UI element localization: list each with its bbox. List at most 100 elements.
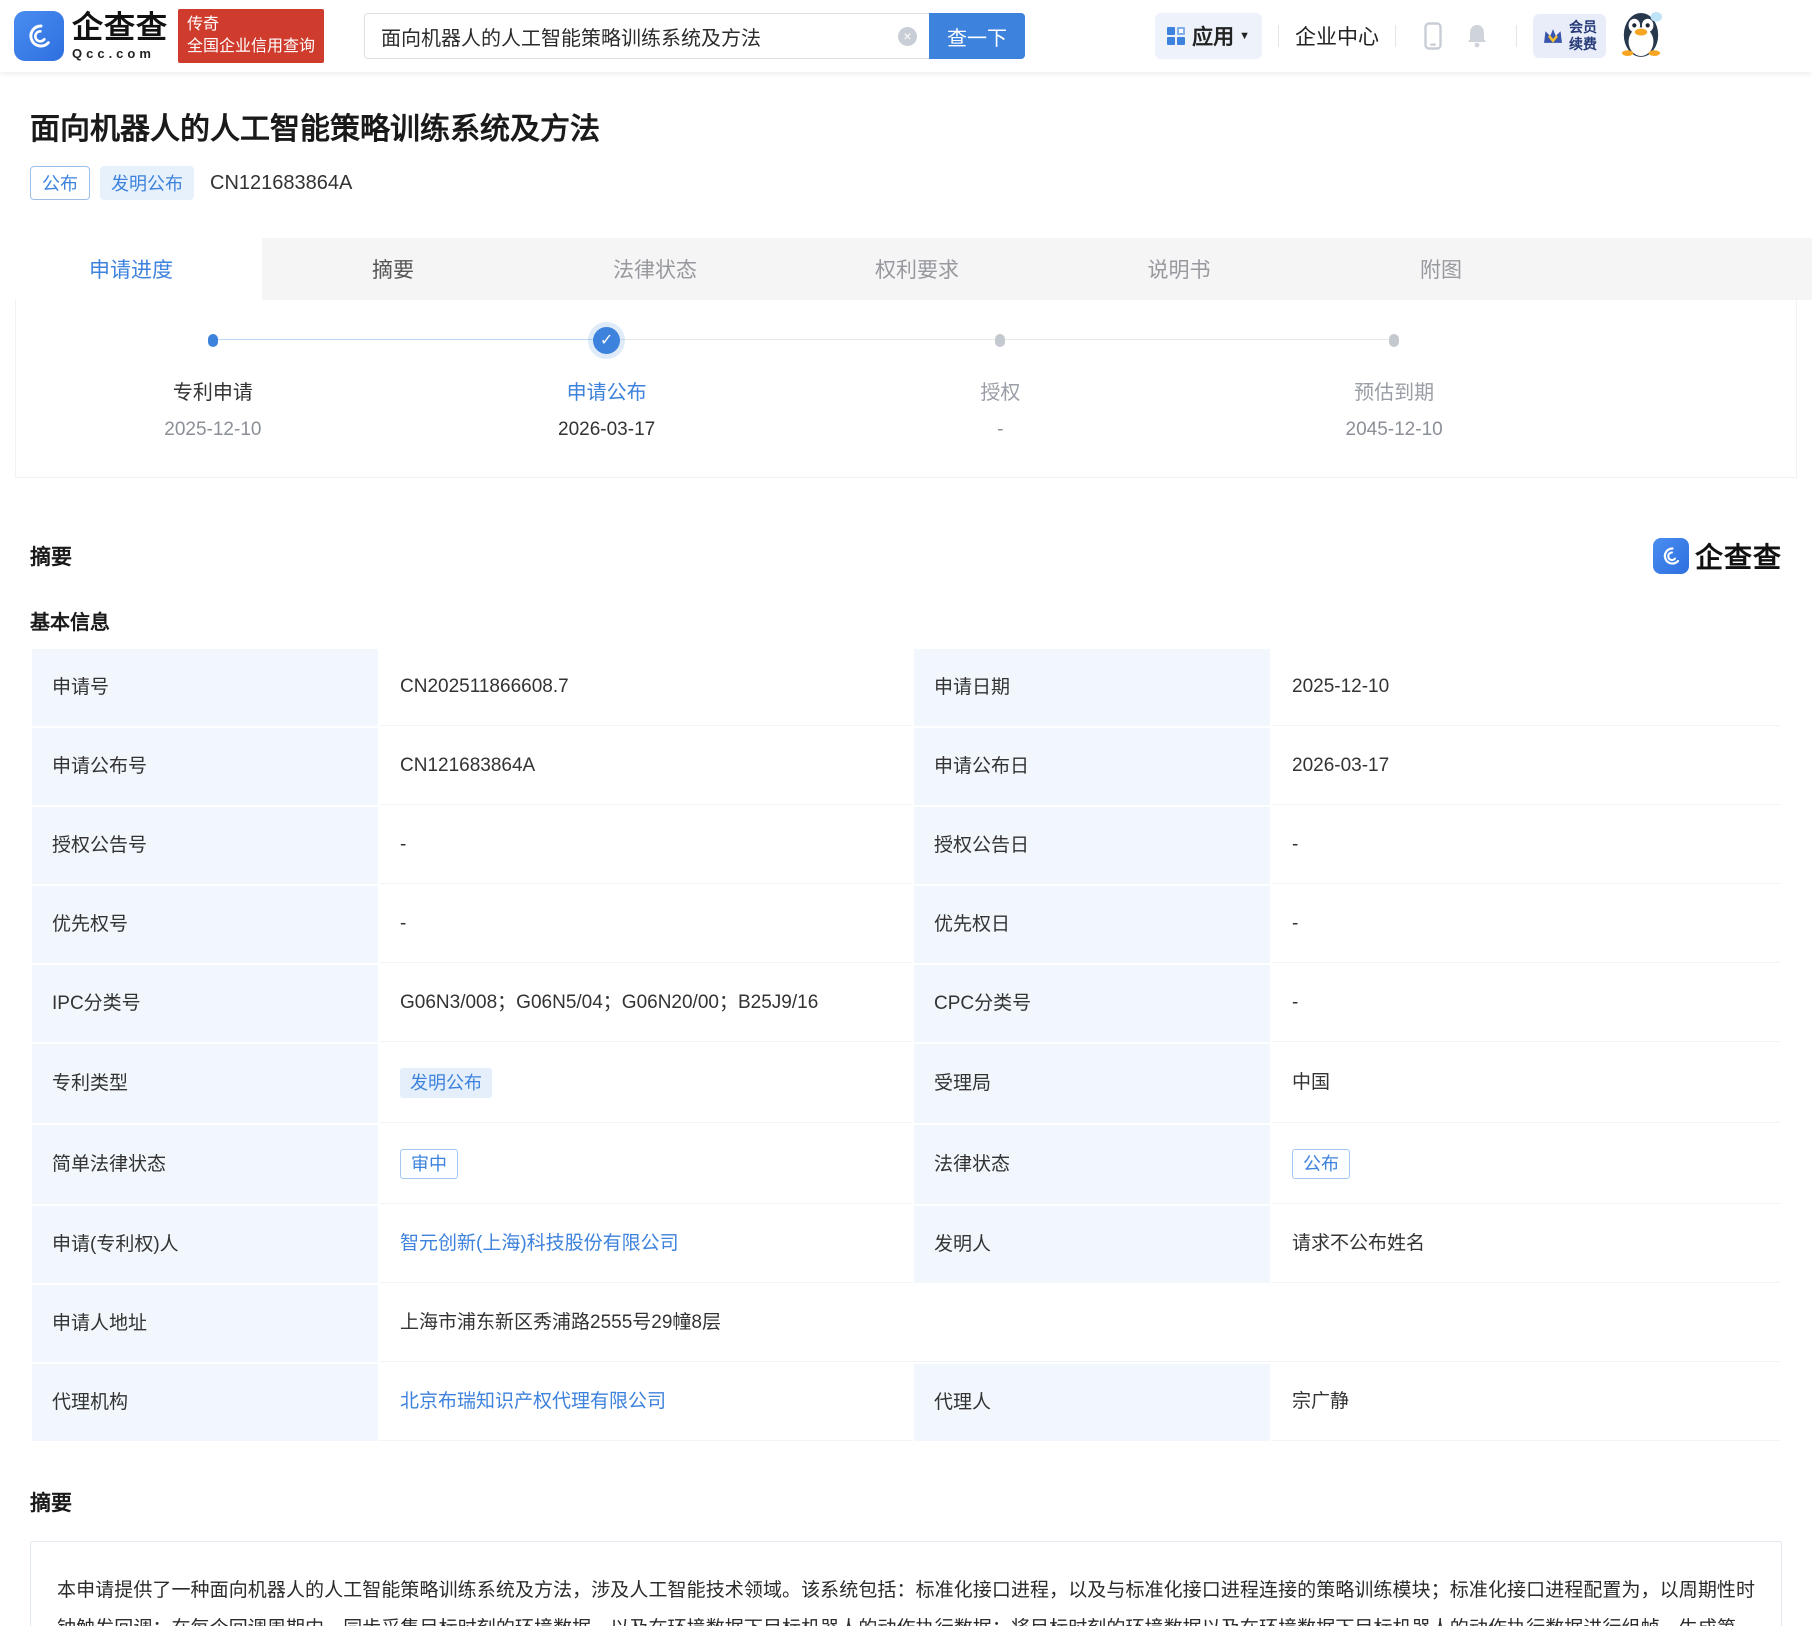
timeline-step-date: - bbox=[997, 419, 1004, 440]
qcc-logo[interactable]: 企查查 Qcc.com bbox=[14, 11, 168, 61]
field-value: - bbox=[380, 886, 912, 963]
divider bbox=[1516, 25, 1517, 47]
qcc-watermark-logo: 企查查 bbox=[1652, 536, 1782, 576]
divider bbox=[1395, 25, 1396, 47]
field-value: - bbox=[1272, 965, 1780, 1042]
field-label: 申请公布日 bbox=[914, 728, 1270, 805]
field-label: 优先权号 bbox=[32, 886, 378, 963]
header: 企查查 Qcc.com 传奇 全国企业信用查询 × 查一下 应用 ▼ 企业中心 bbox=[0, 0, 1812, 72]
field-value: 2026-03-17 bbox=[1272, 728, 1780, 805]
abstract-section-heading: 摘要 bbox=[30, 546, 72, 569]
promo-badge: 传奇 全国企业信用查询 bbox=[178, 9, 325, 63]
field-label: 简单法律状态 bbox=[32, 1125, 378, 1204]
crown-icon bbox=[1544, 29, 1562, 43]
field-label: 代理机构 bbox=[32, 1364, 378, 1441]
field-label: 申请(专利权)人 bbox=[32, 1206, 378, 1283]
status-tag: 公布 bbox=[1292, 1149, 1350, 1179]
status-tag: 审中 bbox=[400, 1149, 458, 1179]
tab-drawings[interactable]: 附图 bbox=[1310, 238, 1572, 300]
field-label: 授权公告号 bbox=[32, 807, 378, 884]
bell-icon[interactable] bbox=[1466, 23, 1488, 49]
timeline-step-label: 专利申请 bbox=[172, 382, 253, 404]
field-value: G06N3/008；G06N5/04；G06N20/00；B25J9/16 bbox=[380, 965, 912, 1042]
caret-down-icon: ▼ bbox=[1239, 30, 1250, 42]
tab-description[interactable]: 说明书 bbox=[1048, 238, 1310, 300]
promo-line2: 全国企业信用查询 bbox=[187, 38, 316, 55]
field-label: 受理局 bbox=[914, 1044, 1270, 1123]
timeline-step: ✓ 申请公布 2026-03-17 bbox=[410, 326, 1001, 441]
field-value: 智元创新(上海)科技股份有限公司 bbox=[380, 1206, 912, 1283]
timeline-dot-icon bbox=[1389, 333, 1400, 347]
timeline-panel: 专利申请 2025-12-10 ✓ 申请公布 2026-03-17 授权 - 预估到期 2045… bbox=[15, 300, 1797, 478]
table-row: 申请人地址 上海市浦东新区秀浦路2555号29幢8层 bbox=[32, 1285, 1780, 1362]
member-renew-badge[interactable]: 会员 续费 bbox=[1533, 14, 1606, 58]
patent-title: 面向机器人的人工智能策略训练系统及方法 bbox=[30, 113, 600, 146]
field-label: 发明人 bbox=[914, 1206, 1270, 1283]
field-label: CPC分类号 bbox=[914, 965, 1270, 1042]
nav-enterprise-center[interactable]: 企业中心 bbox=[1295, 21, 1379, 51]
penguin-mascot[interactable] bbox=[1620, 9, 1662, 64]
clear-icon[interactable]: × bbox=[898, 26, 918, 46]
field-value: CN202511866608.7 bbox=[380, 649, 912, 726]
field-label: 授权公告日 bbox=[914, 807, 1270, 884]
field-label: 申请人地址 bbox=[32, 1285, 378, 1362]
tag-row: 公布 发明公布 CN121683864A bbox=[30, 166, 1782, 200]
abstract-box: 本申请提供了一种面向机器人的人工智能策略训练系统及方法，涉及人工智能技术领域。该… bbox=[30, 1541, 1782, 1626]
field-label: 代理人 bbox=[914, 1364, 1270, 1441]
field-label: 专利类型 bbox=[32, 1044, 378, 1123]
main-content: 面向机器人的人工智能策略训练系统及方法 公布 发明公布 CN121683864A… bbox=[0, 104, 1812, 1626]
timeline-step: 授权 - bbox=[804, 326, 1395, 441]
status-tag: 发明公布 bbox=[400, 1068, 492, 1098]
tab-claims[interactable]: 权利要求 bbox=[786, 238, 1048, 300]
publication-number: CN121683864A bbox=[210, 171, 353, 194]
tab-legal-status[interactable]: 法律状态 bbox=[524, 238, 786, 300]
field-value: 上海市浦东新区秀浦路2555号29幢8层 bbox=[380, 1285, 1780, 1362]
member-line2: 续费 bbox=[1569, 36, 1597, 52]
phone-icon[interactable] bbox=[1424, 22, 1442, 50]
table-row: 优先权号 - 优先权日 - bbox=[32, 886, 1780, 963]
field-value: 发明公布 bbox=[380, 1044, 912, 1123]
top-nav: 应用 ▼ 企业中心 会员 续费 bbox=[1155, 9, 1812, 64]
basic-info-table: 申请号 CN202511866608.7 申请日期 2025-12-10 申请公布号 CN… bbox=[30, 647, 1782, 1443]
search-bar: × 查一下 bbox=[364, 13, 1026, 59]
table-row: 申请号 CN202511866608.7 申请日期 2025-12-10 bbox=[32, 649, 1780, 726]
field-label: 优先权日 bbox=[914, 886, 1270, 963]
timeline-step-date: 2026-03-17 bbox=[558, 419, 656, 440]
field-label: IPC分类号 bbox=[32, 965, 378, 1042]
field-value: 审中 bbox=[380, 1125, 912, 1204]
table-row: 授权公告号 - 授权公告日 - bbox=[32, 807, 1780, 884]
tab-apply-progress[interactable]: 申请进度 bbox=[0, 238, 262, 300]
agency-link[interactable]: 北京布瑞知识产权代理有限公司 bbox=[400, 1391, 666, 1412]
search-button[interactable]: 查一下 bbox=[929, 13, 1026, 59]
timeline-step-label: 授权 bbox=[980, 382, 1021, 404]
tab-abstract[interactable]: 摘要 bbox=[262, 238, 524, 300]
tag-publication-status: 公布 bbox=[30, 166, 90, 200]
field-value: 宗广静 bbox=[1272, 1364, 1780, 1441]
table-row: 代理机构 北京布瑞知识产权代理有限公司 代理人 宗广静 bbox=[32, 1364, 1780, 1441]
tabbar: 申请进度 摘要 法律状态 权利要求 说明书 附图 bbox=[0, 238, 1812, 300]
field-label: 申请日期 bbox=[914, 649, 1270, 726]
field-value: 请求不公布姓名 bbox=[1272, 1206, 1780, 1283]
table-row: 申请(专利权)人 智元创新(上海)科技股份有限公司 发明人 请求不公布姓名 bbox=[32, 1206, 1780, 1283]
table-row: 专利类型 发明公布 受理局 中国 bbox=[32, 1044, 1780, 1123]
table-row: 简单法律状态 审中 法律状态 公布 bbox=[32, 1125, 1780, 1204]
apps-menu[interactable]: 应用 ▼ bbox=[1155, 13, 1262, 59]
company-link[interactable]: 智元创新(上海)科技股份有限公司 bbox=[400, 1233, 679, 1254]
timeline-step-label: 预估到期 bbox=[1354, 382, 1435, 404]
apps-label: 应用 bbox=[1192, 26, 1235, 49]
timeline-step-date: 2045-12-10 bbox=[1345, 419, 1443, 440]
qcc-watermark-icon bbox=[1652, 538, 1689, 574]
qcc-watermark-text: 企查查 bbox=[1694, 542, 1782, 573]
table-row: 申请公布号 CN121683864A 申请公布日 2026-03-17 bbox=[32, 728, 1780, 805]
timeline-dot-icon bbox=[995, 333, 1006, 347]
qcc-logo-text: 企查查 bbox=[72, 10, 168, 45]
search-input[interactable] bbox=[381, 24, 899, 48]
basic-info-heading: 基本信息 bbox=[30, 612, 110, 634]
field-value: 中国 bbox=[1272, 1044, 1780, 1123]
promo-line1: 传奇 bbox=[187, 16, 220, 34]
timeline-step: 预估到期 2045-12-10 bbox=[1197, 326, 1591, 441]
qcc-logo-icon bbox=[14, 11, 64, 61]
timeline: 专利申请 2025-12-10 ✓ 申请公布 2026-03-17 授权 - 预估到期 2045… bbox=[16, 326, 1591, 441]
field-label: 法律状态 bbox=[914, 1125, 1270, 1204]
grid-icon bbox=[1167, 27, 1186, 45]
